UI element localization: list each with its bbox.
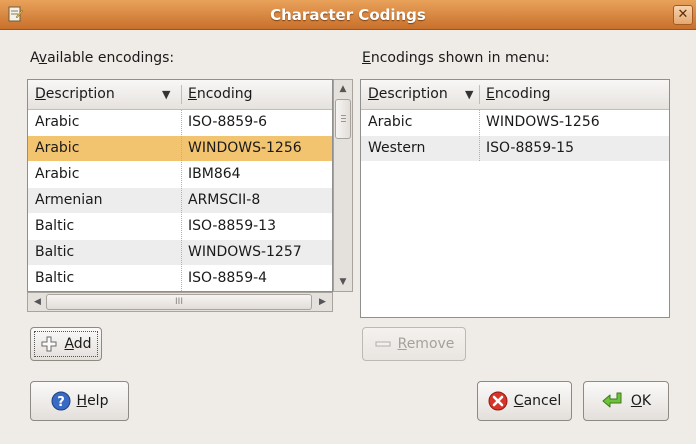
cell-description: Baltic [35,218,75,234]
cell-description: Baltic [35,270,75,286]
cell-description: Western [368,140,426,156]
svg-text:?: ? [57,395,65,410]
table-row[interactable]: Arabic WINDOWS-1256 [361,110,669,135]
close-button[interactable]: ✕ [673,5,693,25]
cell-description: Baltic [35,244,75,260]
cell-encoding: ISO-8859-6 [188,114,268,130]
available-encodings-list[interactable]: Description ▼ Encoding Arabic ISO-8859-6 A… [27,79,333,292]
hscroll-thumb[interactable]: III [46,294,312,310]
scroll-down-arrow-icon[interactable]: ▼ [334,273,352,291]
cell-description: Arabic [35,140,80,156]
scroll-left-arrow-icon[interactable]: ◀ [29,294,46,310]
table-row[interactable]: Western ISO-8859-15 [361,136,669,161]
cell-encoding: ISO-8859-15 [486,140,574,156]
available-list-vscrollbar[interactable]: ▲ ▼ [333,79,353,292]
vscroll-thumb[interactable] [335,99,351,139]
close-icon: ✕ [677,7,689,22]
available-encodings-label: Available encodings: [30,50,175,66]
table-row[interactable]: Arabic ISO-8859-6 [28,110,332,135]
help-button-label: Help [76,393,109,409]
cell-description: Arabic [35,166,80,182]
add-button-label: Add [64,336,92,352]
title-bar[interactable]: Character Codings ✕ [0,0,696,30]
available-list-header: Description ▼ Encoding [28,80,332,110]
cancel-button-label: Cancel [513,393,562,409]
shown-encodings-label: Encodings shown in menu: [362,50,550,66]
cell-encoding: ARMSCII-8 [188,192,261,208]
help-icon: ? [51,391,71,411]
cell-description: Armenian [35,192,103,208]
add-icon [41,336,57,352]
ok-button[interactable]: OK [583,381,669,421]
window-title: Character Codings [270,6,426,24]
column-header-encoding[interactable]: Encoding [181,80,332,109]
cell-encoding: ISO-8859-4 [188,270,268,286]
cell-encoding: WINDOWS-1256 [486,114,600,130]
table-row[interactable]: Baltic ISO-8859-13 [28,214,332,239]
scroll-right-arrow-icon[interactable]: ▶ [314,294,331,310]
cell-encoding: WINDOWS-1257 [188,244,302,260]
ok-icon [602,392,622,408]
table-row[interactable]: Baltic ISO-8859-4 [28,266,332,291]
cancel-button[interactable]: Cancel [477,381,572,421]
cancel-icon [488,391,508,411]
help-button[interactable]: ? Help [30,381,129,421]
remove-icon [375,341,391,347]
column-header-encoding[interactable]: Encoding [479,80,669,109]
remove-button[interactable]: Remove [362,327,466,361]
cell-description: Arabic [368,114,413,130]
table-row[interactable]: Baltic WINDOWS-1257 [28,240,332,265]
shown-list-header: Description ▼ Encoding [361,80,669,110]
column-header-description[interactable]: Description [28,80,181,109]
sort-chevron-down-icon: ▼ [465,88,474,101]
ok-button-label: OK [630,393,652,409]
table-row[interactable]: Arabic IBM864 [28,162,332,187]
cell-description: Arabic [35,114,80,130]
remove-button-label: Remove [397,336,455,352]
sort-chevron-down-icon: ▼ [162,88,171,101]
table-row[interactable]: Arabic WINDOWS-1256 [28,136,332,161]
scroll-up-arrow-icon[interactable]: ▲ [334,80,352,98]
shown-encodings-list[interactable]: Description ▼ Encoding Arabic WINDOWS-125… [360,79,670,318]
add-button[interactable]: Add [30,327,102,361]
table-row[interactable]: Armenian ARMSCII-8 [28,188,332,213]
cell-encoding: IBM864 [188,166,241,182]
cell-encoding: WINDOWS-1256 [188,140,302,156]
cell-encoding: ISO-8859-13 [188,218,276,234]
column-header-description[interactable]: Description [361,80,479,109]
available-list-hscrollbar[interactable]: ◀ III ▶ [27,292,333,312]
